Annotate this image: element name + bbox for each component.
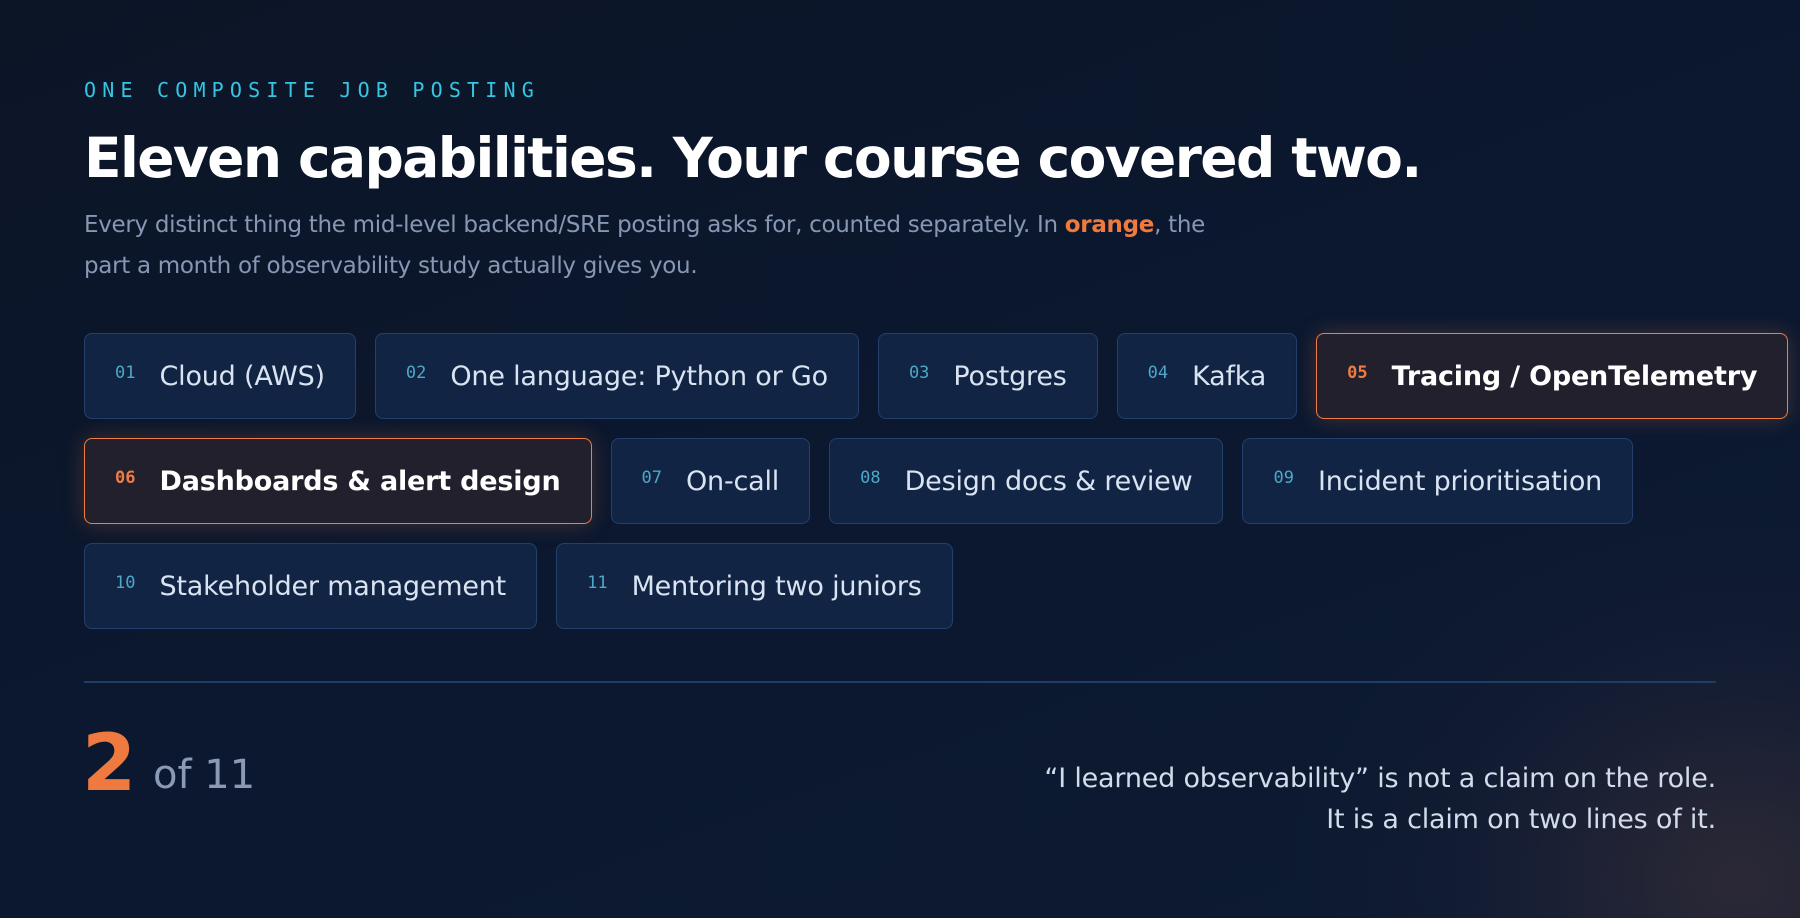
capability-label: Stakeholder management xyxy=(159,570,507,602)
capability-chip: 08 Design docs & review xyxy=(829,438,1224,524)
capability-label: On-call xyxy=(685,465,780,497)
capability-number: 06 xyxy=(115,468,136,488)
capability-row: 06 Dashboards & alert design 07 On-call … xyxy=(84,438,1724,524)
capability-chip: 02 One language: Python or Go xyxy=(374,333,859,419)
capability-number: 08 xyxy=(860,468,881,488)
capability-chip: 11 Mentoring two juniors xyxy=(556,543,953,629)
capability-number: 04 xyxy=(1147,363,1169,383)
capability-chip: 10 Stakeholder management xyxy=(84,543,538,629)
capability-label: Dashboards & alert design xyxy=(159,465,561,497)
capability-label: Kafka xyxy=(1192,360,1267,392)
capability-number: 02 xyxy=(405,363,427,383)
covered-count: 2 xyxy=(82,719,137,809)
quote-line: “I learned observability” is not a claim… xyxy=(1044,763,1716,794)
capability-list: 01 Cloud (AWS) 02 One language: Python o… xyxy=(84,333,1789,648)
capability-number: 11 xyxy=(587,573,608,593)
page-title: Eleven capabilities. Your course covered… xyxy=(84,126,1422,190)
capability-label: Tracing / OpenTelemetry xyxy=(1391,360,1758,392)
subtitle-highlight: orange xyxy=(1064,212,1155,238)
divider xyxy=(84,681,1716,683)
total-count: of 11 xyxy=(153,752,256,798)
capability-label: One language: Python or Go xyxy=(450,360,828,392)
capability-chip: 01 Cloud (AWS) xyxy=(84,333,356,419)
subtitle: Every distinct thing the mid-level backe… xyxy=(84,205,1244,287)
eyebrow-label: ONE COMPOSITE JOB POSTING xyxy=(84,78,541,102)
capability-chip: 03 Postgres xyxy=(877,333,1098,419)
capability-chip: 09 Incident prioritisation xyxy=(1242,438,1634,524)
capability-number: 05 xyxy=(1347,363,1368,383)
capability-chip: 04 Kafka xyxy=(1116,333,1298,419)
capability-label: Design docs & review xyxy=(904,465,1193,497)
quote-line: It is a claim on two lines of it. xyxy=(1326,804,1716,835)
capability-label: Cloud (AWS) xyxy=(159,360,325,392)
capability-label: Postgres xyxy=(953,360,1067,392)
capability-number: 07 xyxy=(641,468,662,488)
capability-row: 10 Stakeholder management 11 Mentoring t… xyxy=(84,543,1724,629)
capability-chip-covered: 06 Dashboards & alert design xyxy=(84,438,592,524)
capability-label: Incident prioritisation xyxy=(1317,465,1603,497)
capability-chip: 07 On-call xyxy=(610,438,811,524)
closing-quote: “I learned observability” is not a claim… xyxy=(916,758,1716,840)
capability-row: 01 Cloud (AWS) 02 One language: Python o… xyxy=(84,333,1789,419)
capability-number: 09 xyxy=(1273,468,1294,488)
subtitle-text: Every distinct thing the mid-level backe… xyxy=(84,212,1065,238)
capability-number: 01 xyxy=(115,363,136,383)
capability-number: 03 xyxy=(908,363,930,383)
capability-label: Mentoring two juniors xyxy=(631,570,922,602)
capability-number: 10 xyxy=(115,573,136,593)
capability-chip-covered: 05 Tracing / OpenTelemetry xyxy=(1316,333,1789,419)
